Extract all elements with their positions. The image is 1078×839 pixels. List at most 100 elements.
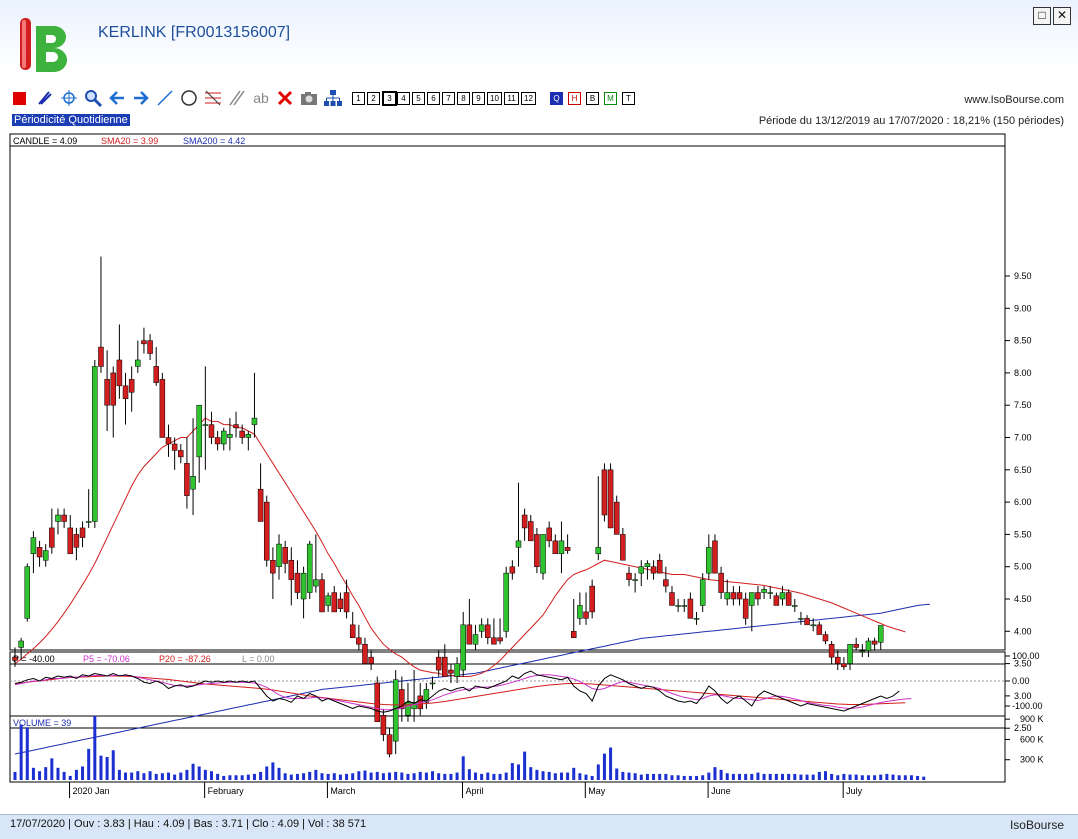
price-tick-label: 4.50	[1014, 594, 1032, 604]
website-link[interactable]: www.IsoBourse.com	[964, 94, 1064, 106]
channel-icon[interactable]	[228, 89, 246, 107]
period-button-1[interactable]: 1	[352, 92, 365, 105]
volume-bar	[590, 775, 594, 780]
restore-button[interactable]: □	[1033, 7, 1051, 25]
period-button-12[interactable]: 12	[521, 92, 536, 105]
volume-bar	[652, 773, 656, 780]
candle-body	[79, 527, 86, 538]
volume-bar	[308, 771, 312, 780]
candle-body	[472, 634, 479, 645]
candle-body	[67, 527, 74, 555]
price-tick-label: 7.00	[1014, 433, 1032, 443]
volume-bar	[203, 769, 207, 780]
hierarchy-icon[interactable]	[324, 89, 342, 107]
volume-bar	[676, 775, 680, 780]
trend-line-icon[interactable]	[156, 89, 174, 107]
candle-body	[650, 566, 657, 574]
crosshair-icon[interactable]	[60, 89, 78, 107]
circle-icon[interactable]	[180, 89, 198, 107]
candle-body	[276, 543, 282, 567]
chart-area[interactable]: CANDLE = 4.09 SMA20 = 3.99 SMA200 = 4.42…	[0, 132, 1078, 812]
arrow-right-icon[interactable]	[132, 89, 150, 107]
candle-body	[712, 540, 718, 574]
price-tick-label: 8.00	[1014, 368, 1032, 378]
frequency-button-t[interactable]: T	[622, 92, 635, 105]
zoom-icon[interactable]	[84, 89, 103, 108]
text-icon[interactable]: ab	[252, 89, 270, 107]
volume-bar	[124, 772, 128, 780]
volume-bar	[615, 768, 619, 780]
candle	[24, 563, 31, 622]
volume-bar	[664, 773, 668, 780]
candle-body	[785, 592, 792, 606]
candle-body	[736, 592, 743, 600]
frequency-button-h[interactable]: H	[568, 92, 581, 105]
candle-body	[386, 734, 393, 755]
candle-body	[681, 605, 688, 607]
period-button-6[interactable]: 6	[427, 92, 440, 105]
pencil-tools-icon[interactable]	[36, 89, 54, 107]
periodicity-label[interactable]: Périodicité Quotidienne	[12, 114, 130, 126]
period-button-11[interactable]: 11	[504, 92, 519, 105]
volume-bar	[474, 772, 477, 780]
period-button-8[interactable]: 8	[457, 92, 470, 105]
delete-icon[interactable]	[276, 89, 294, 107]
arrow-left-icon[interactable]	[108, 89, 126, 107]
candle-body	[263, 501, 270, 561]
candle-body	[564, 547, 571, 551]
frequency-button-b[interactable]: B	[586, 92, 599, 105]
period-button-3[interactable]: 3	[382, 91, 397, 106]
volume-bar	[854, 774, 858, 780]
volume-bar	[860, 775, 864, 780]
frequency-button-q[interactable]: Q	[550, 92, 563, 105]
close-button[interactable]: ✕	[1053, 7, 1071, 25]
volume-bar	[185, 769, 189, 780]
camera-icon[interactable]	[300, 89, 318, 107]
candle-body	[601, 469, 608, 516]
volume-bar	[670, 775, 674, 780]
volume-bar	[130, 772, 134, 780]
candle	[263, 495, 270, 567]
candle-body	[245, 434, 252, 438]
volume-bar	[234, 775, 238, 780]
period-button-4[interactable]: 4	[397, 92, 410, 105]
candle-body	[656, 559, 663, 574]
volume-bar	[602, 753, 606, 780]
candle	[503, 566, 509, 638]
price-tick-label: 8.50	[1014, 336, 1032, 346]
volume-bar	[498, 773, 502, 780]
volume-bar	[584, 774, 588, 780]
volume-bar	[738, 773, 742, 780]
candle-body	[877, 625, 884, 643]
period-button-10[interactable]: 10	[487, 92, 502, 105]
period-button-7[interactable]: 7	[442, 92, 455, 105]
volume-bar	[105, 757, 109, 780]
candle-body	[693, 618, 700, 620]
legend-p20: P20 = -87.26	[159, 654, 211, 664]
legend-sma200: SMA200 = 4.42	[183, 136, 245, 146]
volume-bar	[449, 773, 453, 780]
volume-bar	[781, 773, 784, 780]
candle-body	[792, 605, 798, 607]
candle	[374, 676, 381, 722]
x-axis: 2020 Jan February March April May June July	[69, 782, 863, 798]
frequency-button-m[interactable]: M	[604, 92, 617, 105]
volume-bar	[87, 748, 91, 780]
volume-bar	[19, 724, 23, 780]
candle-body	[233, 424, 239, 429]
color-square-icon[interactable]	[10, 89, 28, 107]
volume-bar	[277, 767, 281, 780]
volume-bar	[725, 773, 729, 780]
volume-bar	[295, 773, 299, 780]
fibonacci-icon[interactable]	[204, 89, 222, 107]
candle-body	[42, 550, 49, 561]
period-button-5[interactable]: 5	[412, 92, 425, 105]
period-button-9[interactable]: 9	[472, 92, 485, 105]
volume-bar	[756, 772, 760, 780]
volume-bar	[866, 775, 870, 780]
price-tick-label: 4.00	[1014, 626, 1032, 636]
volume-bar	[50, 758, 54, 780]
period-button-2[interactable]: 2	[367, 92, 380, 105]
volume-bar	[916, 775, 920, 780]
price-tick-label: 9.00	[1014, 303, 1032, 313]
